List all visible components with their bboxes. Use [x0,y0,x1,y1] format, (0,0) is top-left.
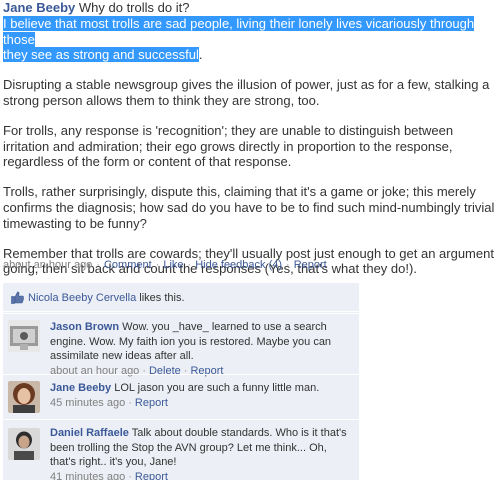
post-title: Why do trolls do it? [78,0,190,15]
avatar[interactable] [8,381,40,413]
comment: Jane Beeby LOL jason you are such a funn… [3,374,359,418]
separator: · [128,396,132,409]
liker-name-link[interactable]: Nicola Beeby Cervella [28,292,136,304]
post-highlighted-paragraph: I believe that most trolls are sad peopl… [3,15,501,63]
like-link[interactable]: Like [163,259,183,271]
report-link[interactable]: Report [135,397,168,409]
thumbs-up-icon [11,291,24,304]
post: Jane Beeby Why do trolls do it? I believ… [3,0,501,277]
likes-row: Nicola Beeby Cervella likes this. [3,283,359,312]
comment-body: Daniel Raffaele Talk about double standa… [50,426,355,480]
likes-suffix: likes this. [139,292,185,304]
separator: · [128,470,132,480]
post-paragraph: For trolls, any response is 'recognition… [3,122,454,170]
selected-text-line-1: I believe that most trolls are sad peopl… [3,15,475,47]
comment-author-link[interactable]: Daniel Raffaele [50,427,129,439]
comment-meta: 41 minutes ago · Report [50,470,355,480]
comment-text: LOL jason you are such a funny little ma… [114,382,320,394]
comment-body: Jason Brown Wow. you _have_ learned to u… [50,320,355,378]
feedback-box: Nicola Beeby Cervella likes this. Jason … [3,283,359,480]
sentence-end: . [198,47,203,63]
post-paragraph: Disrupting a stable newsgroup gives the … [3,77,490,108]
post-header: Jane Beeby Why do trolls do it? [3,0,501,16]
report-link[interactable]: Report [294,259,327,271]
separator: · [96,259,100,271]
post-meta: about an hour ago · Comment · Like · Hide feed… [3,259,327,271]
separator: · [155,259,160,271]
post-paragraph: Trolls, rather surprisingly, dispute thi… [3,184,495,231]
comment-author-link[interactable]: Jane Beeby [50,382,111,394]
avatar[interactable] [8,320,40,352]
post-author-link[interactable]: Jane Beeby [3,0,75,15]
likes-text: Nicola Beeby Cervella likes this. [28,292,185,304]
report-link[interactable]: Report [135,471,168,480]
hide-feedback-link[interactable]: Hide feedback (4) [195,259,282,271]
avatar-image [8,320,40,352]
comment-meta: 45 minutes ago · Report [50,396,355,411]
comment: Jason Brown Wow. you _have_ learned to u… [3,313,359,377]
comment-link[interactable]: Comment [104,259,152,271]
comment-body: Jane Beeby LOL jason you are such a funn… [50,381,355,410]
separator: · [187,259,192,271]
avatar[interactable] [8,428,40,460]
comment: Daniel Raffaele Talk about double standa… [3,419,359,480]
comment-author-link[interactable]: Jason Brown [50,321,119,333]
avatar-image [8,428,40,460]
post-timestamp: about an hour ago [3,259,93,271]
selected-text-line-2: they see as strong and successful [3,47,199,63]
separator: · [286,259,290,271]
avatar-image [8,381,40,413]
comment-timestamp: 41 minutes ago [50,470,126,480]
comment-timestamp: 45 minutes ago [50,396,126,409]
